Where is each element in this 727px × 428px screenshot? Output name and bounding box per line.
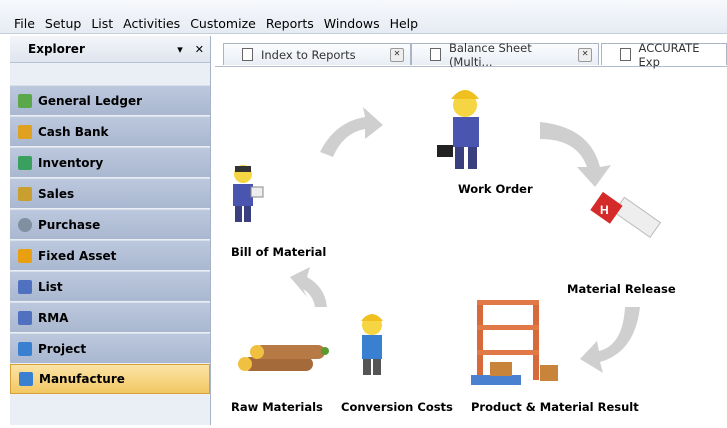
tab-balance-sheet[interactable]: Balance Sheet (Multi... ✕ bbox=[411, 41, 599, 69]
sidebar-item-label: Manufacture bbox=[39, 372, 125, 386]
sidebar-item-inventory[interactable]: Inventory bbox=[10, 147, 210, 177]
worker-figure-icon bbox=[361, 314, 383, 375]
menu-activities[interactable]: Activities bbox=[123, 16, 180, 33]
menu-list[interactable]: List bbox=[91, 16, 113, 33]
menu-help[interactable]: Help bbox=[390, 16, 419, 33]
label-raw-materials: Raw Materials bbox=[231, 400, 323, 414]
close-tab-icon[interactable]: ✕ bbox=[390, 47, 404, 62]
explorer-panel: Explorer ▾ ✕ General Ledger Cash Bank In… bbox=[10, 36, 211, 425]
menu-file[interactable]: File bbox=[14, 16, 35, 33]
house-icon bbox=[18, 248, 32, 263]
sidebar-item-label: Purchase bbox=[38, 217, 101, 232]
tab-label: Balance Sheet (Multi... bbox=[448, 40, 532, 69]
menu-setup[interactable]: Setup bbox=[45, 16, 81, 33]
label-bill-of-material: Bill of Material bbox=[231, 245, 327, 259]
close-icon[interactable]: ✕ bbox=[195, 43, 204, 56]
label-product-result: Product & Material Result bbox=[471, 400, 639, 414]
list-icon bbox=[18, 279, 32, 294]
sidebar-item-purchase[interactable]: Purchase bbox=[10, 209, 210, 239]
label-conversion-costs: Conversion Costs bbox=[341, 400, 453, 414]
ledger-icon bbox=[18, 93, 32, 108]
label-material-release: Material Release bbox=[567, 282, 676, 296]
sidebar-item-sales[interactable]: Sales bbox=[10, 178, 210, 208]
sales-icon bbox=[18, 186, 32, 201]
sidebar-item-label: Sales bbox=[38, 186, 75, 201]
pin-dropdown-icon[interactable]: ▾ bbox=[177, 43, 183, 56]
explorer-list: General Ledger Cash Bank Inventory Sales… bbox=[10, 85, 210, 395]
cash-icon bbox=[18, 124, 32, 139]
sidebar-item-project[interactable]: Project bbox=[10, 333, 210, 363]
menu-reports[interactable]: Reports bbox=[266, 16, 314, 33]
clerk-figure-icon bbox=[233, 165, 264, 222]
document-icon bbox=[242, 48, 253, 61]
project-icon bbox=[18, 341, 32, 356]
tab-bar: Index to Reports ✕ Balance Sheet (Multi.… bbox=[215, 36, 727, 69]
explorer-header: Explorer ▾ ✕ bbox=[10, 36, 210, 63]
arrow-icon bbox=[320, 107, 383, 157]
arrow-icon bbox=[540, 122, 611, 187]
sidebar-item-label: Inventory bbox=[38, 155, 104, 170]
sidebar-item-manufacture[interactable]: Manufacture bbox=[10, 364, 210, 394]
arrow-icon bbox=[290, 267, 327, 307]
sidebar-item-rma[interactable]: RMA bbox=[10, 302, 210, 332]
logs-icon bbox=[238, 345, 329, 371]
sidebar-item-list[interactable]: List bbox=[10, 271, 210, 301]
tab-accurate-explorer[interactable]: ACCURATE Exp bbox=[601, 41, 727, 69]
inventory-icon bbox=[18, 155, 32, 170]
document-icon bbox=[620, 48, 631, 61]
menu-bar: File Setup List Activities Customize Rep… bbox=[0, 0, 727, 34]
sidebar-item-label: RMA bbox=[38, 310, 69, 325]
sidebar-item-cash-bank[interactable]: Cash Bank bbox=[10, 116, 210, 146]
close-tab-icon[interactable]: ✕ bbox=[578, 47, 592, 62]
report-icon bbox=[430, 48, 441, 61]
release-tag-icon: H bbox=[590, 191, 662, 239]
sidebar-item-label: Project bbox=[38, 341, 87, 356]
worker-figure-icon bbox=[437, 90, 479, 169]
sidebar-item-label: List bbox=[38, 279, 63, 294]
sidebar-item-label: General Ledger bbox=[38, 93, 142, 108]
svg-text:H: H bbox=[600, 203, 609, 217]
tab-label: Index to Reports bbox=[261, 47, 356, 62]
tab-index-to-reports[interactable]: Index to Reports ✕ bbox=[223, 43, 411, 65]
label-work-order: Work Order bbox=[458, 182, 533, 196]
sidebar-item-fixed-asset[interactable]: Fixed Asset bbox=[10, 240, 210, 270]
sidebar-item-label: Fixed Asset bbox=[38, 248, 117, 263]
manufacture-icon bbox=[19, 372, 33, 386]
sidebar-item-general-ledger[interactable]: General Ledger bbox=[10, 85, 210, 115]
explorer-title: Explorer bbox=[28, 42, 85, 56]
manufacture-flow-diagram: H Work Order Bill of Material Material R… bbox=[215, 67, 727, 425]
shelf-rack-icon bbox=[471, 300, 558, 385]
sidebar-item-label: Cash Bank bbox=[38, 124, 109, 139]
rma-icon bbox=[18, 310, 32, 325]
menu-customize[interactable]: Customize bbox=[190, 16, 256, 33]
purchase-icon bbox=[18, 217, 32, 232]
tab-label: ACCURATE Exp bbox=[638, 40, 700, 69]
menu-windows[interactable]: Windows bbox=[324, 16, 380, 33]
arrow-icon bbox=[580, 307, 640, 373]
